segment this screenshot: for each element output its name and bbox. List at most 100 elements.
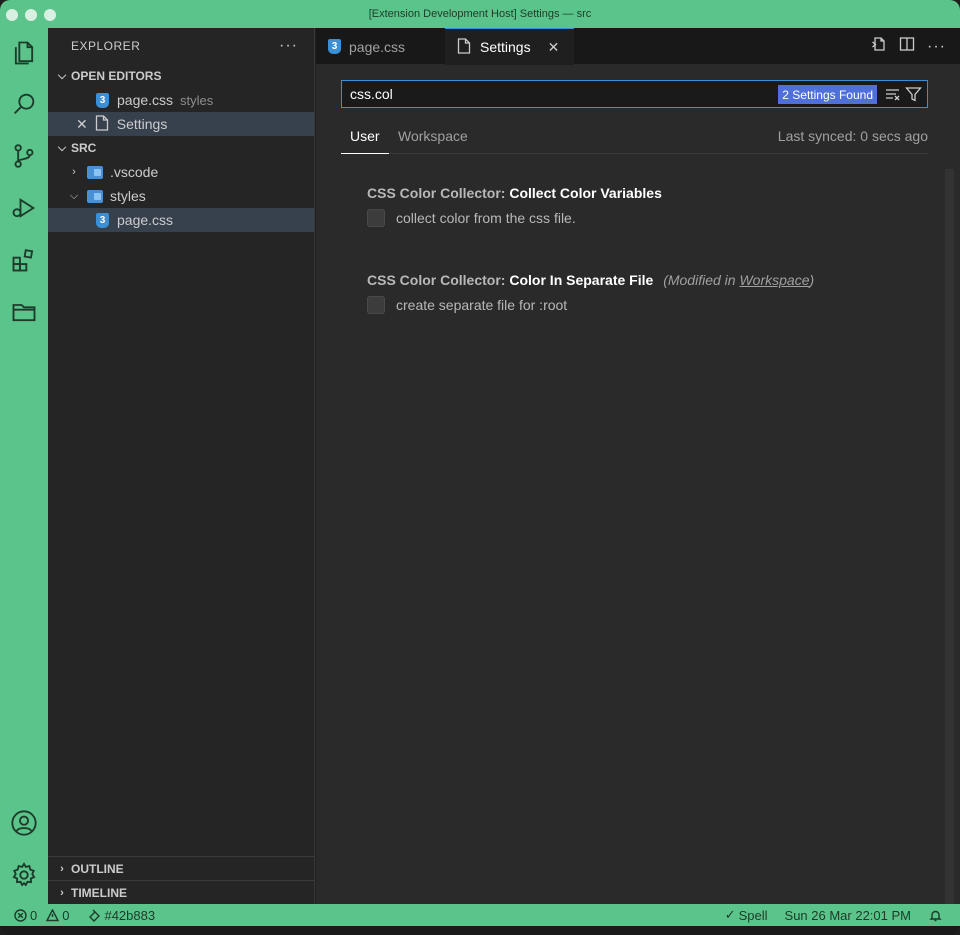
- settings-editor: 2 Settings Found User Workspace Last syn…: [316, 65, 960, 904]
- close-icon[interactable]: ✕: [548, 39, 560, 56]
- spell-status[interactable]: ✓ Spell: [725, 907, 768, 923]
- problems-status[interactable]: 0 0: [14, 908, 69, 923]
- editor-area: 3 page.css Settings ✕ ··· css.col 2 Sett…: [316, 28, 960, 904]
- more-actions-icon[interactable]: ···: [927, 38, 946, 56]
- warning-count: 0: [62, 907, 70, 923]
- tab-page-css[interactable]: 3 page.css: [316, 28, 444, 65]
- setting-checkbox[interactable]: [367, 296, 385, 314]
- title-bar: [Extension Development Host] Settings — …: [0, 0, 960, 28]
- tree-item-styles[interactable]: ⌵ styles: [48, 184, 314, 208]
- settings-scrollbar[interactable]: [945, 169, 954, 904]
- gear-icon[interactable]: [9, 860, 39, 890]
- minimize-window-button[interactable]: [25, 9, 37, 21]
- close-icon[interactable]: ✕: [76, 116, 88, 133]
- spell-label: Spell: [738, 907, 768, 923]
- setting-category: CSS Color Collector:: [367, 185, 510, 201]
- css-file-icon: 3: [328, 39, 341, 54]
- tree-item-label: styles: [110, 188, 146, 204]
- explorer-sidebar: EXPLORER ··· ⌵ OPEN EDITORS 3 page.css s…: [48, 28, 315, 904]
- setting-name: Color In Separate File: [509, 272, 654, 288]
- setting-checkbox[interactable]: [367, 209, 385, 227]
- open-settings-json-icon[interactable]: [871, 36, 887, 57]
- open-editors-section[interactable]: ⌵ OPEN EDITORS: [48, 64, 314, 88]
- account-icon[interactable]: [9, 808, 39, 838]
- datetime-label: Sun 26 Mar 22:01 PM: [784, 907, 911, 923]
- chevron-down-icon: ⌵: [57, 141, 67, 154]
- files-icon[interactable]: [9, 38, 39, 68]
- outline-label: OUTLINE: [71, 861, 124, 876]
- open-editor-item-page-css[interactable]: 3 page.css styles: [48, 88, 314, 112]
- settings-found-badge: 2 Settings Found: [778, 85, 877, 104]
- paint-icon: [89, 909, 101, 922]
- chevron-down-icon: ⌵: [57, 69, 67, 82]
- modified-indicator: (Modified in Workspace): [663, 272, 814, 288]
- timeline-label: TIMELINE: [71, 885, 127, 900]
- file-icon: [95, 114, 109, 134]
- vscode-window: [Extension Development Host] Settings — …: [0, 0, 960, 935]
- setting-name: Collect Color Variables: [509, 185, 662, 201]
- warning-icon: [46, 908, 60, 921]
- src-folder-section[interactable]: ⌵ SRC: [48, 136, 314, 160]
- remote-explorer-icon[interactable]: [9, 297, 39, 327]
- filter-icon[interactable]: [905, 86, 922, 108]
- tree-item-page-css[interactable]: 3 page.css: [48, 208, 314, 232]
- split-editor-icon[interactable]: [899, 36, 915, 57]
- search-icon[interactable]: [9, 89, 39, 119]
- vscode-folder-icon: [87, 165, 103, 179]
- close-window-button[interactable]: [6, 9, 18, 21]
- tab-user[interactable]: User: [341, 128, 389, 154]
- extensions-icon[interactable]: [9, 245, 39, 275]
- src-folder-label: SRC: [71, 141, 97, 155]
- modified-prefix: (Modified in: [663, 272, 740, 288]
- chevron-down-icon: ⌵: [69, 189, 79, 202]
- tab-settings[interactable]: Settings ✕: [445, 28, 574, 65]
- last-synced-text: Last synced: 0 secs ago: [777, 128, 928, 144]
- tree-item-vscode[interactable]: › .vscode: [48, 160, 314, 184]
- open-editors-label: OPEN EDITORS: [71, 69, 162, 83]
- outline-section[interactable]: › OUTLINE: [48, 856, 314, 880]
- activity-bar: [0, 28, 48, 904]
- window-controls: [6, 9, 56, 21]
- collapsed-sections: › OUTLINE › TIMELINE: [48, 856, 314, 904]
- tab-workspace[interactable]: Workspace: [398, 128, 468, 153]
- datetime-status[interactable]: Sun 26 Mar 22:01 PM: [785, 908, 911, 923]
- color-status[interactable]: #42b883: [88, 908, 155, 923]
- settings-scope-tabs: User Workspace Last synced: 0 secs ago: [341, 124, 928, 154]
- settings-search-box[interactable]: 2 Settings Found: [341, 80, 928, 108]
- maximize-window-button[interactable]: [44, 9, 56, 21]
- setting-category: CSS Color Collector:: [367, 272, 510, 288]
- color-value: #42b883: [104, 907, 156, 923]
- css-file-icon: 3: [96, 92, 109, 108]
- timeline-section[interactable]: › TIMELINE: [48, 880, 314, 904]
- setting-color-in-separate-file: CSS Color Collector: Color In Separate F…: [367, 272, 814, 314]
- setting-body: create separate file for :root: [367, 296, 814, 314]
- open-editor-item-settings[interactable]: ✕ Settings: [48, 112, 314, 136]
- setting-description: create separate file for :root: [396, 297, 568, 313]
- check-icon: ✓: [724, 907, 736, 922]
- more-actions-button[interactable]: ···: [279, 37, 298, 55]
- window-title: [Extension Development Host] Settings — …: [368, 8, 592, 20]
- clear-filter-icon[interactable]: [884, 86, 901, 108]
- source-control-icon[interactable]: [9, 141, 39, 171]
- open-editor-name: Settings: [116, 116, 168, 132]
- explorer-header: EXPLORER ···: [48, 28, 314, 64]
- explorer-title: EXPLORER: [71, 39, 141, 53]
- modified-suffix: ): [809, 272, 815, 288]
- run-debug-icon[interactable]: [9, 193, 39, 223]
- editor-actions: ···: [871, 28, 946, 65]
- editor-tabs: 3 page.css Settings ✕ ···: [316, 28, 960, 65]
- modified-scope-link[interactable]: Workspace: [739, 272, 809, 288]
- setting-description: collect color from the css file.: [396, 210, 576, 226]
- notifications-icon[interactable]: [929, 909, 942, 922]
- tree-item-label: page.css: [117, 212, 174, 228]
- setting-collect-color-variables: CSS Color Collector: Collect Color Varia…: [367, 185, 662, 227]
- setting-body: collect color from the css file.: [367, 209, 662, 227]
- tree-item-label: .vscode: [110, 164, 159, 180]
- settings-search-input[interactable]: [350, 86, 750, 102]
- open-editor-name: page.css: [117, 92, 174, 108]
- chevron-right-icon: ›: [60, 862, 64, 875]
- error-count: 0: [30, 907, 38, 923]
- setting-title: CSS Color Collector: Collect Color Varia…: [367, 185, 662, 201]
- status-bar: 0 0 #42b883 ✓ Spell Sun 26 Mar 22:01 PM: [0, 904, 960, 926]
- setting-title: CSS Color Collector: Color In Separate F…: [367, 272, 814, 288]
